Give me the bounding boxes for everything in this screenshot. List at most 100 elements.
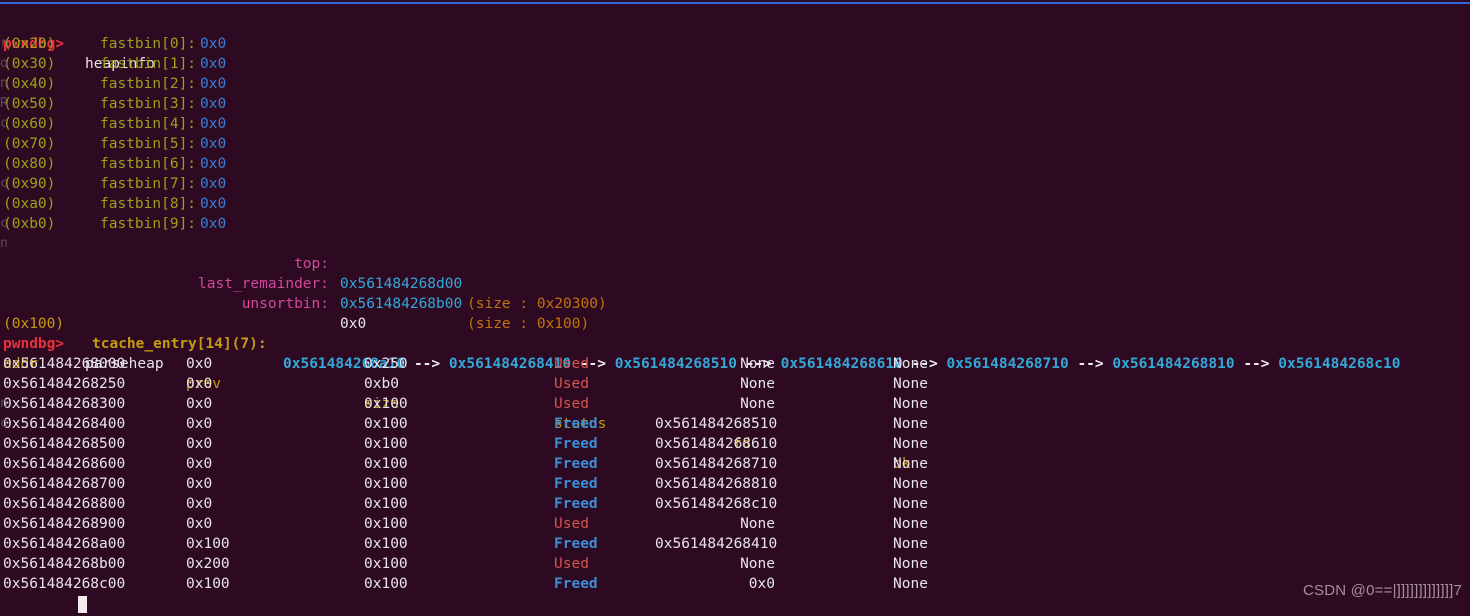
cell-prev: 0x0: [186, 496, 213, 512]
cell-addr: 0x561484268000: [3, 356, 126, 372]
cell-bk: None: [893, 456, 928, 472]
cell-addr: 0x561484268250: [3, 376, 126, 392]
cell-status: Freed: [554, 456, 598, 472]
tcache-address: 0x561484268c10: [1278, 356, 1401, 372]
cell-size: 0x100: [364, 476, 408, 492]
cell-status: Used: [554, 376, 589, 392]
cell-status: Freed: [554, 536, 598, 552]
cell-prev: 0x100: [186, 576, 230, 592]
cell-status: Freed: [554, 436, 598, 452]
cell-addr: 0x561484268500: [3, 436, 126, 452]
cell-prev: 0x0: [186, 476, 213, 492]
cell-size: 0x250: [364, 356, 408, 372]
tcache-arrow: -->: [1068, 356, 1113, 372]
command-line-final: pwndbg>: [0, 594, 87, 614]
cell-fd: 0x561484268610: [655, 436, 778, 452]
tcache-entry-line: (0x100) tcache_entry[14](7): 0x561484268…: [0, 294, 1400, 372]
cell-status: Freed: [554, 416, 598, 432]
cell-status: Freed: [554, 496, 598, 512]
cell-status: Used: [554, 356, 589, 372]
fastbin-value: 0x0: [200, 176, 227, 192]
cell-fd: None: [740, 516, 775, 532]
fastbin-value: 0x0: [200, 96, 227, 112]
fastbin-label: fastbin[7]:: [100, 176, 197, 192]
cell-prev: 0x200: [186, 556, 230, 572]
top-address: 0x561484268d00: [340, 276, 463, 292]
tcache-chain: 0x561484268a10 --> 0x561484268410 --> 0x…: [283, 354, 1400, 374]
cell-bk: None: [893, 536, 928, 552]
fastbin-size: (0x20): [3, 36, 56, 52]
cell-status: Freed: [554, 576, 598, 592]
fastbin-value: 0x0: [200, 76, 227, 92]
fastbin-label: fastbin[3]:: [100, 96, 197, 112]
cell-size: 0x100: [364, 416, 408, 432]
last-remainder-line: last_remainder: 0x561484268b00 (size : 0…: [0, 254, 589, 332]
cell-size: 0x100: [364, 576, 408, 592]
cell-bk: None: [893, 476, 928, 492]
cell-fd: 0x561484268410: [655, 536, 778, 552]
unsortbin-line: unsortbin: 0x0: [0, 274, 367, 332]
gutter-char: n: [0, 236, 8, 251]
fastbin-size: (0xb0): [3, 216, 56, 232]
fastbin-size: (0x90): [3, 176, 56, 192]
cell-prev: 0x0: [186, 456, 213, 472]
cell-addr: 0x561484268b00: [3, 556, 126, 572]
cell-prev: 0x0: [186, 516, 213, 532]
cell-size: 0x100: [364, 516, 408, 532]
cell-fd: None: [740, 356, 775, 372]
cell-size: 0x100: [364, 556, 408, 572]
fastbin-label: fastbin[4]:: [100, 116, 197, 132]
cell-addr: 0x561484268800: [3, 496, 126, 512]
fastbin-value: 0x0: [200, 116, 227, 132]
gutter-char: c: [0, 416, 8, 431]
cell-fd: None: [740, 376, 775, 392]
fastbin-label: fastbin[6]:: [100, 156, 197, 172]
cell-addr: 0x561484268900: [3, 516, 126, 532]
cell-fd: None: [740, 556, 775, 572]
tcache-address: 0x561484268610: [780, 356, 903, 372]
cell-bk: None: [893, 516, 928, 532]
gutter-char: o: [0, 56, 8, 71]
gutter-char: r: [0, 36, 8, 51]
cell-fd: 0x561484268710: [655, 456, 778, 472]
gutter-char: n: [0, 76, 8, 91]
last-remainder-label: last_remainder:: [198, 276, 329, 292]
cell-addr: 0x561484268600: [3, 456, 126, 472]
command-line-heapinfo: pwndbg> heapinfo: [0, 14, 155, 72]
cell-size: 0xb0: [364, 376, 399, 392]
cell-addr: 0x561484268700: [3, 476, 126, 492]
text-cursor[interactable]: [78, 596, 87, 613]
cell-size: 0x100: [364, 436, 408, 452]
fastbin-label: fastbin[2]:: [100, 76, 197, 92]
tcache-label: tcache_entry[14](7):: [92, 336, 267, 352]
terminal-window: pwndbg> heapinfo (0x20) fastbin[0]: 0x0 (0x…: [0, 0, 1470, 616]
fastbin-size: (0x40): [3, 76, 56, 92]
tcache-arrow: -->: [405, 356, 449, 372]
cell-status: Used: [554, 396, 589, 412]
last-remainder-address: 0x561484268b00: [340, 296, 463, 312]
cell-size: 0x100: [364, 396, 408, 412]
fastbin-value: 0x0: [200, 196, 227, 212]
fastbin-label: fastbin[8]:: [100, 196, 197, 212]
cell-bk: None: [893, 356, 928, 372]
fastbin-label: fastbin[0]:: [100, 36, 197, 52]
cell-fd: None: [740, 396, 775, 412]
cell-prev: 0x0: [186, 356, 213, 372]
fastbin-value: 0x0: [200, 136, 227, 152]
fastbin-label: fastbin[1]:: [100, 56, 197, 72]
fastbin-value: 0x0: [200, 36, 227, 52]
fastbin-value: 0x0: [200, 156, 227, 172]
tcache-address: 0x561484268710: [946, 356, 1069, 372]
fastbin-label: fastbin[5]:: [100, 136, 197, 152]
fastbin-size: (0x70): [3, 136, 56, 152]
fastbin-size: (0x50): [3, 96, 56, 112]
watermark-text: CSDN @0==|]]]]]]]]]]]]]7: [1303, 582, 1462, 599]
cell-bk: None: [893, 416, 928, 432]
gutter-char: c: [0, 176, 8, 191]
gutter-char: R: [0, 96, 8, 111]
cell-prev: 0x0: [186, 436, 213, 452]
cell-status: Used: [554, 516, 589, 532]
cell-bk: None: [893, 436, 928, 452]
cell-bk: None: [893, 396, 928, 412]
cell-fd: 0x0: [748, 576, 775, 592]
